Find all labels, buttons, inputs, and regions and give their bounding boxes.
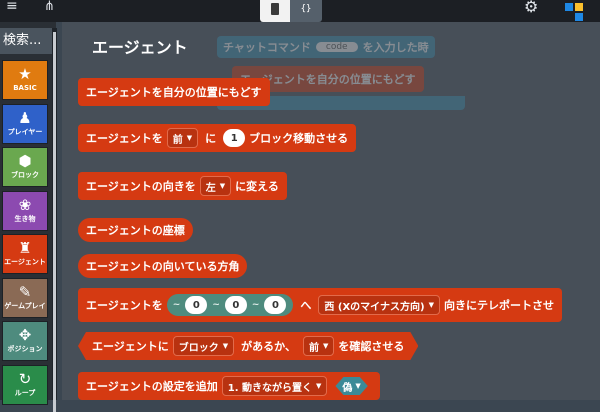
- block-label: エージェントの向きを: [86, 180, 196, 193]
- detect-direction-dropdown[interactable]: 前 ▼: [303, 336, 334, 356]
- gear-icon[interactable]: ⚙: [524, 0, 538, 15]
- agent-turn-block[interactable]: エージェントの向きを 左 ▼ に変える: [78, 172, 287, 200]
- dropdown-value: ブロック: [178, 342, 219, 354]
- category-6[interactable]: ✎ ゲームプレイ: [2, 277, 48, 318]
- category-label: ポジション: [7, 345, 43, 353]
- block-label: エージェントを: [86, 299, 163, 312]
- category-icon: ♟: [18, 108, 32, 127]
- editor-mode-toggle: {}: [260, 0, 322, 22]
- agent-teleport-block[interactable]: エージェントを ~ 0 ~ 0 ~ 0 へ 西 (Xのマイナス方向) ▼ 向きにテ…: [78, 288, 562, 322]
- agent-move-block[interactable]: エージェントを 前 ▼ に 1 ブロック移動させる: [78, 124, 357, 152]
- category-label: ブロック: [11, 171, 39, 179]
- turn-direction-dropdown[interactable]: 左 ▼: [199, 176, 232, 196]
- agent-option-dropdown[interactable]: 1. 動きながら置く ▼: [221, 376, 328, 396]
- block-label: ブロック移動させる: [249, 132, 349, 145]
- category-7[interactable]: ✥ ポジション: [2, 321, 48, 361]
- category-icon: ❀: [18, 195, 32, 214]
- block-label: エージェントの設定を追加: [86, 380, 218, 393]
- position-input[interactable]: ~ 0 ~ 0 ~ 0: [166, 294, 294, 316]
- category-icon: ★: [18, 65, 32, 83]
- category-label: BASIC: [13, 84, 37, 92]
- ghost-chat-label: チャットコマンド: [223, 41, 311, 54]
- category-icon: ♜: [18, 239, 32, 257]
- block-label: へ: [300, 299, 312, 312]
- relative-tilde: ~: [172, 300, 181, 310]
- scrollbar-thumb[interactable]: [53, 32, 56, 412]
- agent-teleport-home-block[interactable]: エージェントを自分の位置にもどす: [78, 78, 270, 106]
- toolbox-scrollbar[interactable]: [52, 28, 57, 412]
- flyout-title: エージェント: [92, 38, 188, 57]
- chevron-down-icon: ▼: [428, 301, 434, 309]
- agent-set-option-block[interactable]: エージェントの設定を追加 1. 動きながら置く ▼ 偽 ▼: [78, 372, 380, 400]
- block-label: エージェントに: [92, 340, 169, 353]
- category-3[interactable]: ⬢ ブロック: [2, 147, 48, 187]
- block-label: エージェントを: [86, 132, 163, 145]
- block-label: エージェントの座標: [86, 224, 185, 237]
- relative-tilde: ~: [212, 300, 220, 310]
- chevron-down-icon: ▼: [186, 134, 193, 142]
- steps-number-input[interactable]: 1: [223, 129, 246, 147]
- block-label: があるか、: [241, 340, 296, 353]
- block-flyout: チャットコマンド code を入力した時 エージェントを自分の位置にもどす エー…: [62, 22, 600, 400]
- category-icon: ✥: [18, 326, 32, 344]
- y-coordinate-input[interactable]: 0: [224, 296, 247, 314]
- block-label: エージェントの向いている方角: [86, 260, 240, 273]
- detect-kind-dropdown[interactable]: ブロック ▼: [173, 336, 234, 356]
- windows-logo-icon-2: [575, 3, 583, 11]
- ghost-chat-param: code: [315, 42, 358, 52]
- category-label: エージェント: [4, 258, 46, 266]
- category-icon: ⬢: [18, 152, 32, 170]
- javascript-mode-button[interactable]: {}: [290, 0, 322, 22]
- dropdown-value: 左: [205, 182, 216, 194]
- category-icon: ✎: [18, 282, 32, 301]
- category-icon: ↻: [18, 369, 32, 388]
- dropdown-value: 前: [308, 342, 319, 354]
- agent-position-block[interactable]: エージェントの座標: [78, 218, 193, 242]
- menu-icon[interactable]: ≡: [6, 0, 18, 13]
- block-label: に: [205, 132, 217, 145]
- dropdown-value: 前: [172, 134, 183, 146]
- category-label: ループ: [14, 388, 36, 397]
- category-label: プレイヤー: [7, 127, 43, 136]
- category-2[interactable]: ♟ プレイヤー: [2, 103, 48, 144]
- direction-dropdown[interactable]: 前 ▼: [166, 128, 199, 148]
- category-8[interactable]: ↻ ループ: [2, 364, 48, 405]
- blocks-mode-button[interactable]: [260, 0, 290, 22]
- relative-tilde: ~: [251, 300, 260, 310]
- share-icon[interactable]: ⋔: [44, 0, 55, 13]
- boolean-dropdown[interactable]: 偽 ▼: [335, 377, 367, 395]
- block-label: 向きにテレポートさせ: [443, 299, 554, 312]
- x-coordinate-input[interactable]: 0: [185, 296, 208, 314]
- category-4[interactable]: ❀ 生き物: [2, 190, 48, 231]
- chevron-down-icon: ▼: [219, 182, 226, 190]
- block-label: エージェントを自分の位置にもどす: [86, 86, 262, 99]
- dropdown-value: 西 (Xのマイナス方向): [324, 301, 425, 313]
- category-label: ゲームプレイ: [4, 301, 46, 310]
- agent-detect-block[interactable]: エージェントに ブロック ▼ があるか、 前 ▼ を確認させる: [78, 332, 418, 360]
- ghost-chat-suffix: を入力した時: [362, 41, 429, 54]
- chevron-down-icon: ▼: [322, 342, 329, 350]
- chevron-down-icon: ▼: [316, 382, 322, 390]
- windows-logo-icon: [565, 3, 573, 11]
- category-1[interactable]: ★ BASIC: [2, 60, 48, 100]
- block-label: に変える: [235, 180, 279, 193]
- category-5[interactable]: ♜ エージェント: [2, 234, 48, 274]
- z-coordinate-input[interactable]: 0: [264, 296, 287, 314]
- block-label: を確認させる: [338, 340, 405, 353]
- agent-direction-block[interactable]: エージェントの向いている方角: [78, 254, 248, 278]
- top-toolbar: ≡ ⋔ {} ⚙: [0, 0, 600, 22]
- chevron-down-icon: ▼: [222, 342, 229, 350]
- windows-logo-icon-3: [575, 13, 583, 21]
- ghost-chat-block: チャットコマンド code を入力した時: [217, 36, 435, 58]
- blocks-icon: [271, 3, 279, 15]
- search-input[interactable]: 検索...: [0, 28, 52, 54]
- dropdown-value: 1. 動きながら置く: [227, 382, 313, 394]
- category-label: 生き物: [14, 214, 36, 223]
- compass-direction-dropdown[interactable]: 西 (Xのマイナス方向) ▼: [318, 295, 440, 315]
- chevron-down-icon: ▼: [355, 382, 361, 390]
- dropdown-value: 偽: [342, 382, 353, 394]
